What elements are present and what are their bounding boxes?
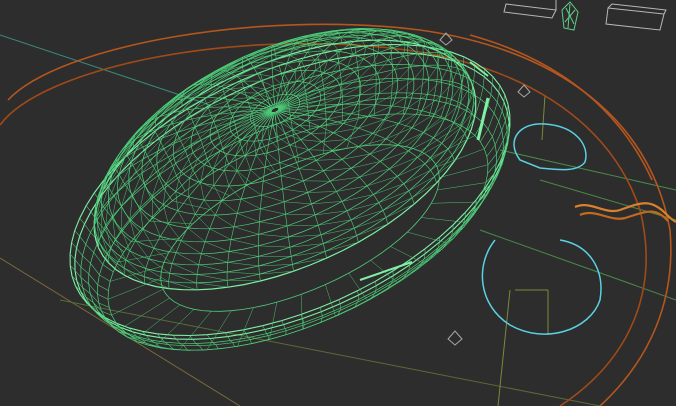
3d-viewport[interactable]: [0, 0, 676, 406]
scene-canvas[interactable]: [0, 0, 676, 406]
